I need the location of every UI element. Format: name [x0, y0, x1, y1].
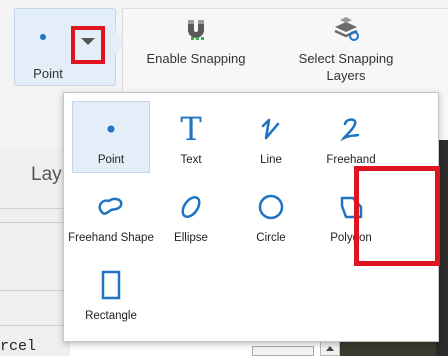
tool-rectangle[interactable]: Rectangle: [72, 257, 150, 329]
tool-freehand[interactable]: Freehand: [312, 101, 390, 173]
tool-text[interactable]: T Text: [152, 101, 230, 173]
select-snapping-layers-button[interactable]: Select Snapping Layers: [280, 14, 412, 84]
tool-freehand-shape[interactable]: Freehand Shape: [68, 179, 154, 251]
parcel-layer-item[interactable]: rcel: [0, 338, 36, 355]
select-snapping-label: Select Snapping: [298, 51, 394, 66]
magnet-icon: [188, 20, 204, 40]
pane-divider: [0, 325, 70, 326]
background-tab[interactable]: [252, 346, 314, 356]
chevron-up-icon: [326, 345, 334, 351]
enable-snapping-button[interactable]: Enable Snapping: [132, 14, 260, 67]
scroll-up-button[interactable]: [320, 340, 340, 356]
freehand-shape-icon: [98, 197, 123, 215]
ellipse-icon: [181, 195, 201, 219]
tool-point[interactable]: Point: [72, 101, 150, 173]
partial-ribbon-button[interactable]: S: [440, 64, 448, 81]
circle-icon: [258, 194, 284, 220]
pane-divider: [0, 208, 70, 209]
tool-circle[interactable]: Circle: [232, 179, 310, 251]
rectangle-icon: [101, 270, 121, 300]
highlight-box-dropdown: [71, 26, 105, 64]
line-icon: [261, 118, 280, 140]
layers-icon: [334, 17, 359, 41]
tool-line[interactable]: Line: [232, 101, 310, 173]
text-icon: T: [180, 110, 202, 148]
point-icon: [107, 125, 115, 133]
point-tool-label: Point: [33, 66, 63, 81]
select-snapping-label-line2: Layers: [326, 68, 366, 83]
enable-snapping-label: Enable Snapping: [146, 51, 246, 66]
tool-label: Rectangle: [85, 310, 137, 322]
pane-divider: [0, 290, 70, 291]
tool-ellipse[interactable]: Ellipse: [152, 179, 230, 251]
layers-pane-title: Lay: [31, 164, 62, 185]
map-view-area: [340, 342, 436, 356]
tool-label: Freehand: [326, 154, 376, 166]
pane-divider: [0, 222, 70, 223]
freehand-icon: [340, 118, 360, 142]
point-icon: [40, 34, 46, 40]
highlight-box-polygon: [354, 166, 440, 266]
